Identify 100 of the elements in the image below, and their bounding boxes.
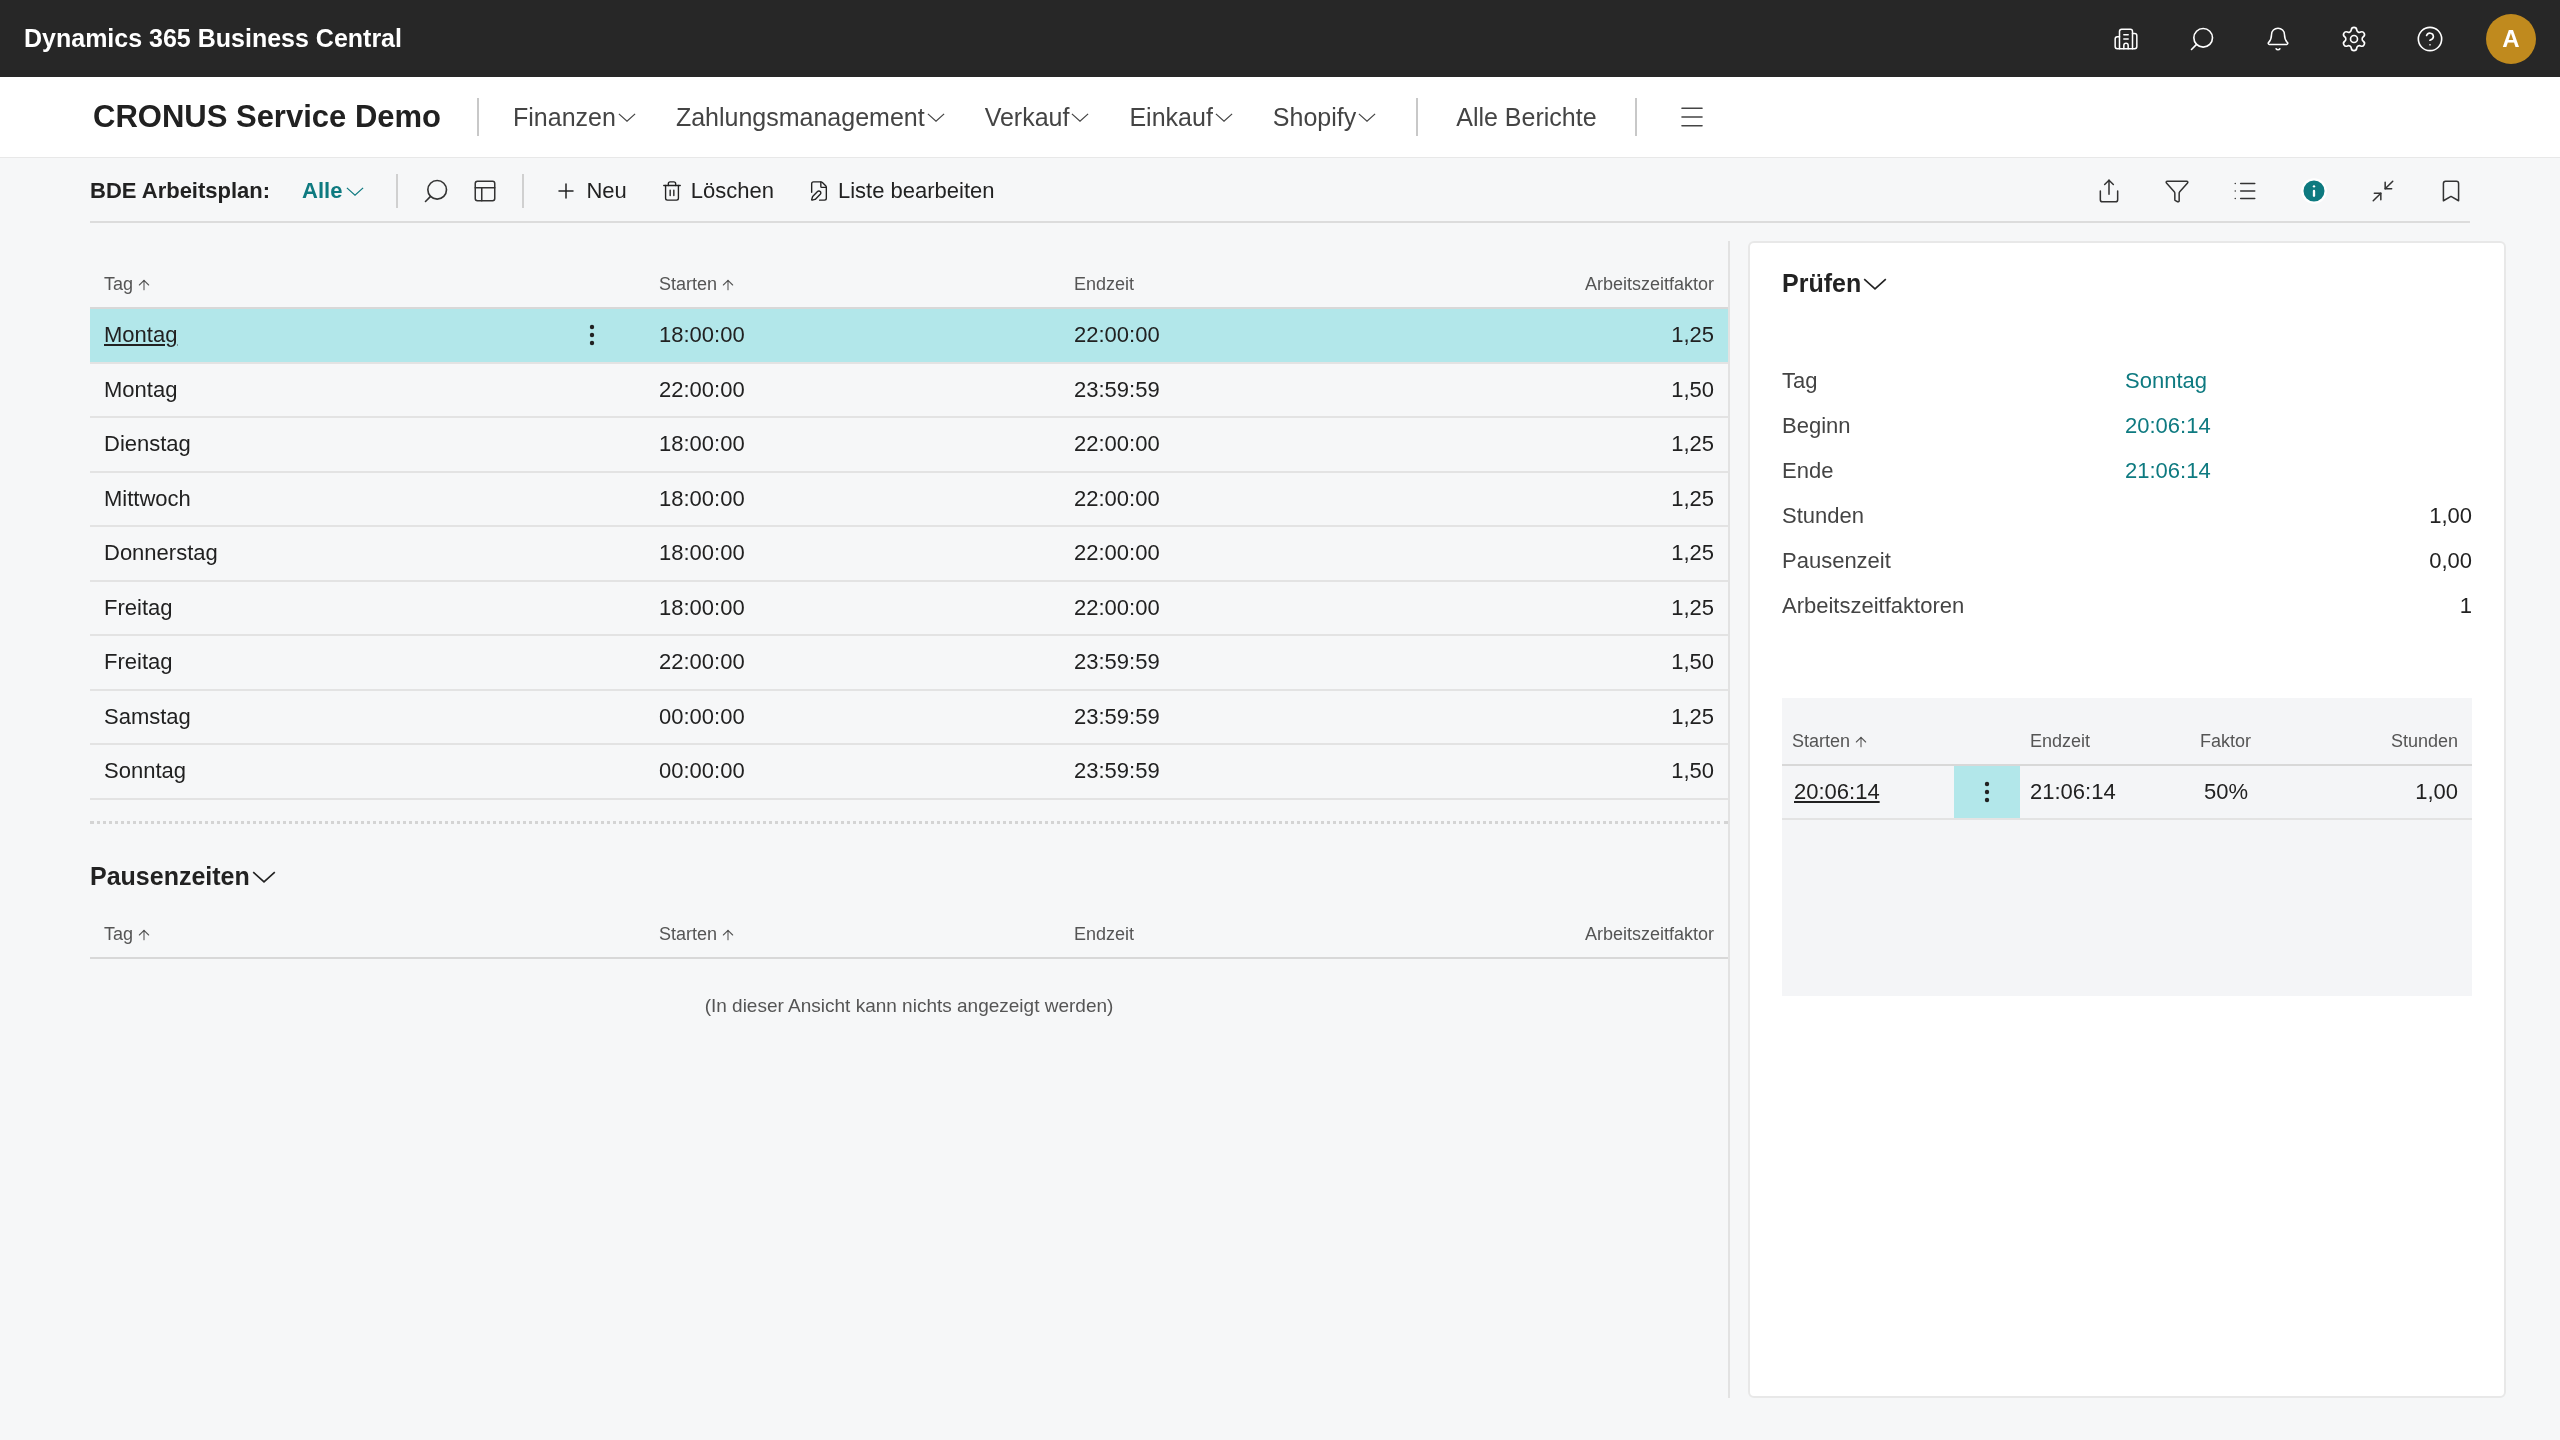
table-cell-text: 22:00:00 — [1073, 594, 1161, 621]
toolbar-action[interactable]: Neu — [542, 178, 639, 204]
empty-message: (In dieser Ansicht kann nichts angezeigt werden) — [703, 995, 1115, 1017]
column-header[interactable]: Endzeit — [2020, 731, 2190, 764]
day-link[interactable]: Freitag — [90, 594, 187, 621]
column-header[interactable]: Arbeitszeitfaktor — [1408, 274, 1728, 307]
table-cell-text: 22:00:00 — [1073, 540, 1161, 567]
chevron-down-icon — [1358, 112, 1377, 122]
table-cell-text: 23:59:59 — [1073, 758, 1161, 785]
table-cell-text: 21:06:14 — [2029, 779, 2117, 805]
toolbar-action[interactable]: Liste bearbeiten — [796, 178, 1007, 204]
field-label: Ende — [1782, 457, 1835, 484]
table-cell-text: 23:59:59 — [1073, 376, 1161, 403]
section-title[interactable]: Pausenzeiten — [90, 862, 1728, 891]
nav-menu[interactable]: Finanzen — [493, 102, 656, 132]
table-row[interactable]: Donnerstag 18:00:00 22:00:00 1,25 — [90, 527, 1728, 582]
table-cell-text: 18:00:00 — [658, 540, 746, 567]
table-cell-text: 00:00:00 — [658, 758, 746, 785]
table-cell-text: 22:00:00 — [1073, 431, 1161, 458]
chevron-down-icon — [251, 870, 276, 883]
day-link[interactable]: Montag — [90, 322, 192, 349]
chevron-down-icon — [1071, 112, 1090, 122]
day-link[interactable]: Sonntag — [90, 758, 200, 785]
table-cell-text: 22:00:00 — [1073, 322, 1161, 349]
table-cell-text: 22:00:00 — [658, 376, 746, 403]
table-cell-text: 1,25 — [1670, 485, 1715, 512]
field-label: Beginn — [1782, 412, 1852, 439]
company-name: CRONUS Service Demo — [93, 99, 442, 135]
factbox-title[interactable]: Prüfen — [1782, 269, 2472, 298]
table-cell-text: 00:00:00 — [658, 703, 746, 730]
nav-menu[interactable]: Verkauf — [964, 102, 1110, 132]
column-header[interactable]: Faktor — [2190, 731, 2331, 764]
table-row[interactable]: Montag 18:00:00 22:00:00 1,25 — [90, 309, 1728, 364]
table-cell-text: 1,25 — [1670, 594, 1715, 621]
table-cell-text: 1,25 — [1670, 431, 1715, 458]
day-link[interactable]: Mittwoch — [90, 485, 205, 512]
start-link[interactable]: 20:06:14 — [1782, 779, 1954, 805]
table-cell-text: 18:00:00 — [658, 594, 746, 621]
field-label: Pausenzeit — [1782, 547, 1892, 574]
field-label: Tag — [1782, 367, 1819, 394]
field-value: 1,00 — [2428, 502, 2472, 529]
table-cell-text: 22:00:00 — [658, 649, 746, 676]
more-options-icon — [1984, 781, 1990, 803]
day-link[interactable]: Montag — [90, 376, 192, 403]
nav-menu[interactable]: Einkauf — [1109, 102, 1253, 132]
field-value: 0,00 — [2428, 547, 2472, 574]
view-filter[interactable]: Alle — [302, 178, 379, 204]
column-header[interactable]: Stunden — [2331, 731, 2472, 764]
table-cell-text: 22:00:00 — [1073, 485, 1161, 512]
edit-list-icon — [808, 180, 830, 202]
table-cell-text: 1,50 — [1670, 758, 1715, 785]
table-row[interactable]: Mittwoch 18:00:00 22:00:00 1,25 — [90, 472, 1728, 527]
table-cell-text: 1,25 — [1670, 322, 1715, 349]
table-cell-text: 18:00:00 — [658, 485, 746, 512]
column-header[interactable]: Endzeit — [1060, 274, 1408, 307]
column-header[interactable]: Endzeit — [1060, 924, 1408, 957]
page-label: BDE Arbeitsplan: — [90, 178, 271, 204]
table-cell-text: 1,25 — [1670, 540, 1715, 567]
table-cell-text: 1,25 — [1670, 703, 1715, 730]
day-link[interactable]: Freitag — [90, 649, 187, 676]
field-link[interactable]: Sonntag — [2125, 367, 2472, 394]
column-header[interactable]: Tag — [90, 924, 645, 957]
field-link[interactable]: 21:06:14 — [2125, 457, 2472, 484]
table-row[interactable]: Freitag 18:00:00 22:00:00 1,25 — [90, 581, 1728, 636]
nav-menu[interactable]: Zahlungsmanagement — [655, 102, 965, 132]
table-cell-text: 23:59:59 — [1073, 649, 1161, 676]
table-row[interactable]: Montag 22:00:00 23:59:59 1,50 — [90, 363, 1728, 418]
field-label: Stunden — [1782, 502, 1865, 529]
toolbar-action[interactable]: Löschen — [648, 178, 786, 204]
chevron-down-icon — [617, 112, 636, 122]
chevron-down-icon — [1214, 112, 1233, 122]
table-cell-text: 1,50 — [1670, 649, 1715, 676]
table-cell-text: 1,00 — [2414, 779, 2459, 805]
table-row[interactable]: Freitag 22:00:00 23:59:59 1,50 — [90, 636, 1728, 691]
day-link[interactable]: Dienstag — [90, 431, 205, 458]
table-row[interactable]: Sonntag 00:00:00 23:59:59 1,50 — [90, 745, 1728, 800]
field-value: 1 — [2458, 592, 2472, 619]
chevron-down-icon — [1863, 277, 1888, 290]
field-label: Arbeitszeitfaktoren — [1782, 592, 1966, 619]
table-row[interactable]: Samstag 00:00:00 23:59:59 1,25 — [90, 690, 1728, 745]
column-header[interactable]: Arbeitszeitfaktor — [1408, 924, 1728, 957]
table-row[interactable]: Dienstag 18:00:00 22:00:00 1,25 — [90, 418, 1728, 473]
table-cell-text: 50% — [2203, 779, 2250, 805]
table-cell-text: 23:59:59 — [1073, 703, 1161, 730]
column-header[interactable]: Starten — [645, 274, 1060, 307]
column-header[interactable]: Tag — [90, 274, 645, 307]
column-header[interactable]: Starten — [645, 924, 1060, 957]
day-link[interactable]: Donnerstag — [90, 540, 232, 567]
chevron-down-icon — [926, 112, 945, 122]
field-link[interactable]: 20:06:14 — [2125, 412, 2472, 439]
table-cell-text: 18:00:00 — [658, 431, 746, 458]
table-cell-text: 18:00:00 — [658, 322, 746, 349]
trash-icon — [660, 180, 683, 202]
more-options-icon[interactable] — [589, 324, 595, 347]
column-header[interactable]: Starten — [1782, 731, 2020, 764]
table-cell-text: 1,50 — [1670, 376, 1715, 403]
app-title: Dynamics 365 Business Central — [24, 24, 403, 53]
nav-menu[interactable]: Shopify — [1252, 102, 1397, 132]
day-link[interactable]: Samstag — [90, 703, 205, 730]
nav-link[interactable]: Alle Berichte — [1418, 102, 1635, 132]
